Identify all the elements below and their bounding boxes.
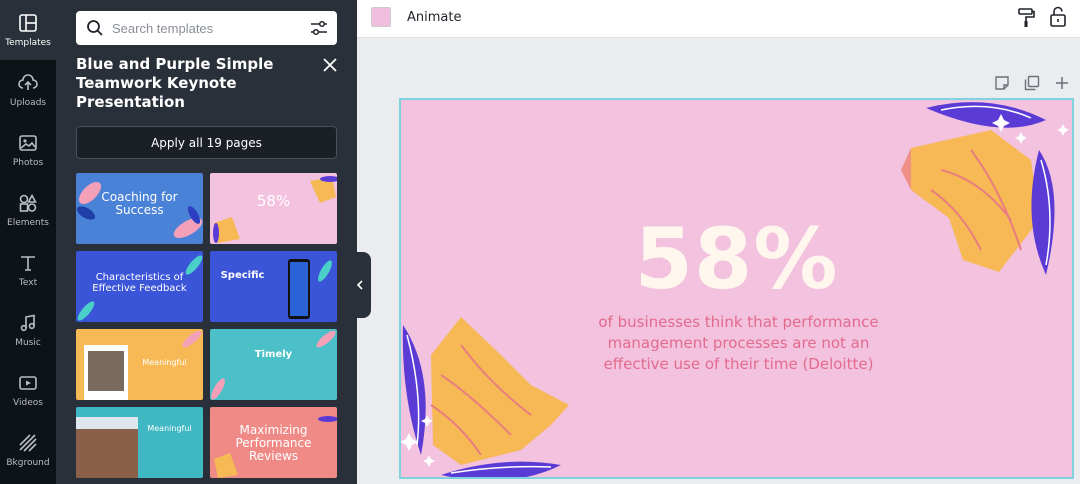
rail-label-background: Bkground	[6, 457, 50, 468]
duplicate-icon[interactable]	[1023, 74, 1041, 92]
elements-icon	[19, 193, 37, 212]
close-icon[interactable]	[321, 56, 339, 74]
text-icon	[21, 255, 35, 271]
rail-label-templates: Templates	[5, 37, 51, 48]
music-icon	[20, 314, 35, 331]
photos-icon	[19, 134, 37, 151]
rail-item-videos[interactable]: Videos	[0, 360, 56, 420]
rail-label-music: Music	[15, 337, 41, 348]
rail-label-elements: Elements	[7, 217, 49, 228]
rail-item-elements[interactable]: Elements	[0, 180, 56, 240]
leaf-decoration	[211, 330, 336, 400]
rail-item-photos[interactable]: Photos	[0, 120, 56, 180]
templates-panel: Blue and Purple Simple Teamwork Keynote …	[56, 0, 357, 484]
rail-label-videos: Videos	[13, 397, 43, 408]
rail-item-music[interactable]: Music	[0, 300, 56, 360]
animate-button[interactable]: Animate	[407, 10, 461, 25]
building-decoration	[76, 417, 138, 478]
apply-all-button[interactable]: Apply all 19 pages	[76, 126, 337, 159]
upload-icon	[18, 73, 38, 90]
editor-toolbar: Animate	[357, 0, 1080, 38]
thumbnail-title: Timely	[254, 349, 293, 360]
thumbnail-title: Meaningful	[142, 358, 187, 367]
search-icon	[87, 20, 103, 36]
template-thumbnail[interactable]: Characteristics of Effective Feedback	[76, 251, 203, 322]
filter-icon[interactable]	[309, 18, 329, 38]
statistic-caption[interactable]: of businesses think that performance man…	[576, 312, 901, 375]
rail-item-text[interactable]: Text	[0, 240, 56, 300]
rail-item-background[interactable]: Bkground	[0, 420, 56, 480]
slide-canvas[interactable]: 58% of businesses think that performance…	[399, 98, 1074, 479]
unlock-icon[interactable]	[1048, 6, 1068, 28]
add-page-icon[interactable]	[1053, 74, 1071, 92]
rail-label-uploads: Uploads	[9, 97, 47, 108]
thumbnail-title: Characteristics of Effective Feedback	[92, 272, 187, 294]
thumbnail-title: Coaching for Success	[101, 190, 178, 218]
rail-label-text: Text	[18, 277, 38, 288]
paint-roller-icon[interactable]	[1016, 7, 1036, 29]
template-title: Blue and Purple Simple Teamwork Keynote …	[76, 55, 274, 111]
template-thumbnail[interactable]: Meaningful	[76, 407, 203, 478]
side-rail: Templates Uploads Photos Elements Text M…	[0, 0, 56, 484]
template-thumbnail[interactable]: Timely	[210, 329, 337, 400]
template-thumbnail[interactable]: Coaching for Success	[76, 173, 203, 244]
rail-item-uploads[interactable]: Uploads	[0, 60, 56, 120]
videos-icon	[19, 375, 37, 390]
template-thumbnail[interactable]: Specific	[210, 251, 337, 322]
template-thumbnail[interactable]: 58%	[210, 173, 337, 244]
thumbnail-title: Maximizing Performance Reviews	[235, 423, 312, 464]
collapse-panel-handle[interactable]	[349, 252, 371, 318]
statistic-number[interactable]: 58%	[401, 210, 1072, 308]
rail-label-photos: Photos	[12, 157, 44, 168]
background-icon	[19, 433, 37, 452]
template-thumbnail[interactable]: Meaningful	[76, 329, 203, 400]
note-icon[interactable]	[993, 74, 1011, 92]
leaf-decoration-bottom-left	[401, 317, 569, 477]
thumbnail-title: Meaningful	[147, 424, 192, 433]
search-input[interactable]	[112, 15, 302, 41]
thumbnail-title: Specific	[220, 270, 265, 281]
thumbnail-title: 58%	[256, 192, 291, 210]
search-box[interactable]	[76, 11, 337, 45]
phone-decoration	[288, 259, 332, 319]
chevron-left-icon	[356, 280, 363, 290]
template-thumbnail[interactable]: Maximizing Performance Reviews	[210, 407, 337, 478]
templates-icon	[19, 13, 37, 32]
rail-item-templates[interactable]: Templates	[0, 0, 56, 60]
background-color-swatch[interactable]	[371, 7, 391, 27]
